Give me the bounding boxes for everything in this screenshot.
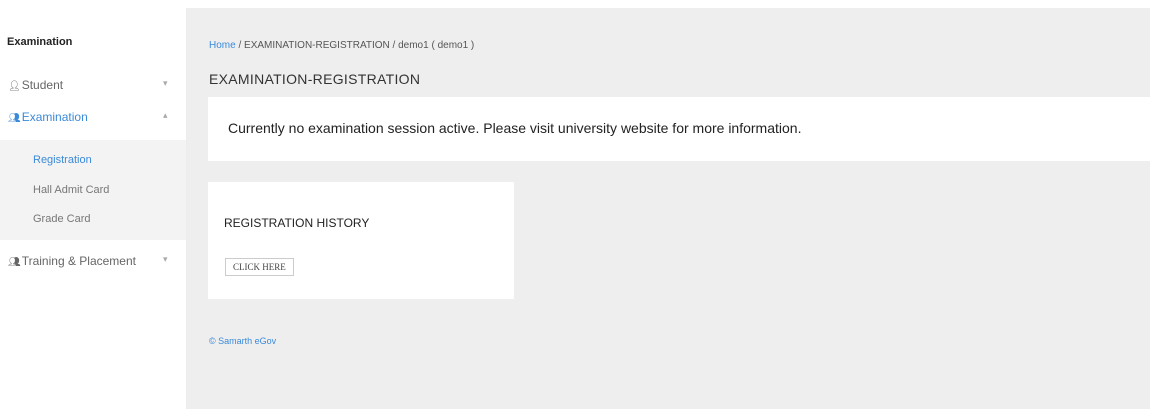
sidebar-subitem-hall-admit-card[interactable]: Hall Admit Card	[33, 184, 109, 196]
sidebar-item-label: Training & Placement	[21, 254, 136, 268]
sidebar-subitem-grade-card[interactable]: Grade Card	[33, 213, 90, 225]
page-title: EXAMINATION-REGISTRATION	[209, 71, 421, 87]
breadcrumb: Home / EXAMINATION-REGISTRATION / demo1 …	[209, 40, 474, 51]
sidebar-item-label: Examination	[21, 110, 88, 124]
sidebar-item-student[interactable]: 👤︎Student ▾	[0, 73, 186, 97]
sidebar-subitem-registration[interactable]: Registration	[33, 154, 92, 166]
chevron-up-icon: ▴	[163, 110, 168, 120]
notice-message: Currently no examination session active.…	[228, 120, 802, 136]
click-here-button[interactable]: CLICK HERE	[225, 258, 294, 276]
chevron-down-icon: ▾	[163, 254, 168, 264]
main-content: Home / EXAMINATION-REGISTRATION / demo1 …	[187, 8, 1150, 409]
user-icon: 👤︎	[8, 81, 21, 92]
sidebar-item-label: Student	[21, 78, 64, 92]
notice-card: Currently no examination session active.…	[208, 97, 1150, 161]
breadcrumb-trail: / EXAMINATION-REGISTRATION / demo1 ( dem…	[235, 40, 475, 51]
sidebar-item-examination[interactable]: 👥︎Examination ▴	[0, 105, 186, 129]
chevron-down-icon: ▾	[163, 78, 168, 88]
breadcrumb-home-link[interactable]: Home	[209, 40, 236, 51]
users-icon: 👥︎	[8, 257, 21, 268]
sidebar-submenu: Registration Hall Admit Card Grade Card	[0, 140, 186, 240]
users-icon: 👥︎	[8, 113, 21, 124]
sidebar-brand: Examination	[7, 36, 73, 48]
registration-history-card: REGISTRATION HISTORY CLICK HERE	[208, 182, 514, 299]
top-strip	[0, 0, 1150, 8]
footer-link[interactable]: © Samarth eGov	[209, 336, 276, 346]
sidebar-item-training-placement[interactable]: 👥︎Training & Placement ▾	[0, 249, 186, 273]
registration-history-title: REGISTRATION HISTORY	[224, 216, 370, 230]
sidebar: Examination 👤︎Student ▾ 👥︎Examination ▴ …	[0, 8, 187, 409]
